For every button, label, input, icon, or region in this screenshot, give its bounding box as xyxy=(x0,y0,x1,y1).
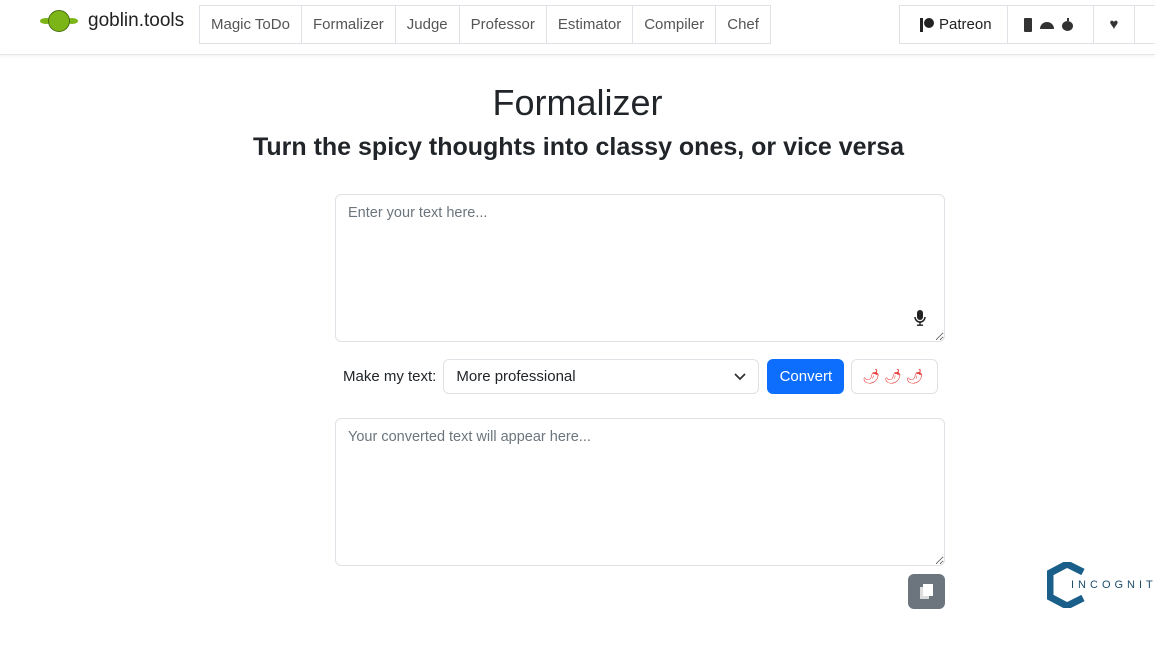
convert-button[interactable]: Convert xyxy=(767,359,845,394)
watermark-text: INCOGNITO xyxy=(1071,579,1155,591)
apple-icon xyxy=(1061,18,1073,31)
tone-select-value: More professional xyxy=(456,368,576,385)
output-textarea[interactable] xyxy=(335,418,945,566)
chevron-down-icon xyxy=(734,372,746,380)
mobile-icon xyxy=(1023,17,1032,32)
support-button[interactable]: ♥ xyxy=(1092,5,1136,44)
input-textarea[interactable] xyxy=(335,194,945,342)
tab-judge[interactable]: Judge xyxy=(394,5,460,44)
chili-pepper-icon: 🌶🌶🌶 xyxy=(862,368,928,384)
spiciness-button[interactable]: 🌶🌶🌶 xyxy=(851,359,939,394)
tab-magic-todo[interactable]: Magic ToDo xyxy=(199,5,302,44)
brand-link[interactable]: goblin.tools xyxy=(40,10,184,32)
copy-icon xyxy=(920,584,933,599)
tab-compiler[interactable]: Compiler xyxy=(632,5,717,44)
page-subtitle: Turn the spicy thoughts into classy ones… xyxy=(252,133,905,161)
tab-formalizer[interactable]: Formalizer xyxy=(300,5,396,44)
patreon-button[interactable]: Patreon xyxy=(899,5,1008,44)
incognito-watermark: INCOGNITO xyxy=(1047,562,1155,608)
heart-icon: ♥ xyxy=(1109,16,1119,33)
brand-name: goblin.tools xyxy=(88,10,185,31)
goblin-logo-icon xyxy=(40,10,78,32)
navbar: goblin.tools Magic ToDo Formalizer Judge… xyxy=(0,0,1155,55)
apps-button[interactable] xyxy=(1006,5,1094,44)
make-my-text-label: Make my text: xyxy=(343,368,437,385)
page-title: Formalizer xyxy=(492,82,663,123)
tab-chef[interactable]: Chef xyxy=(715,5,771,44)
tone-select[interactable]: More professional xyxy=(443,359,760,394)
copy-button[interactable] xyxy=(908,574,945,609)
patreon-label: Patreon xyxy=(939,16,992,33)
settings-button[interactable] xyxy=(1134,5,1155,44)
tab-professor[interactable]: Professor xyxy=(458,5,547,44)
tab-estimator[interactable]: Estimator xyxy=(545,5,634,44)
android-icon xyxy=(1039,22,1054,29)
patreon-icon xyxy=(920,17,934,32)
microphone-icon[interactable] xyxy=(914,310,926,326)
